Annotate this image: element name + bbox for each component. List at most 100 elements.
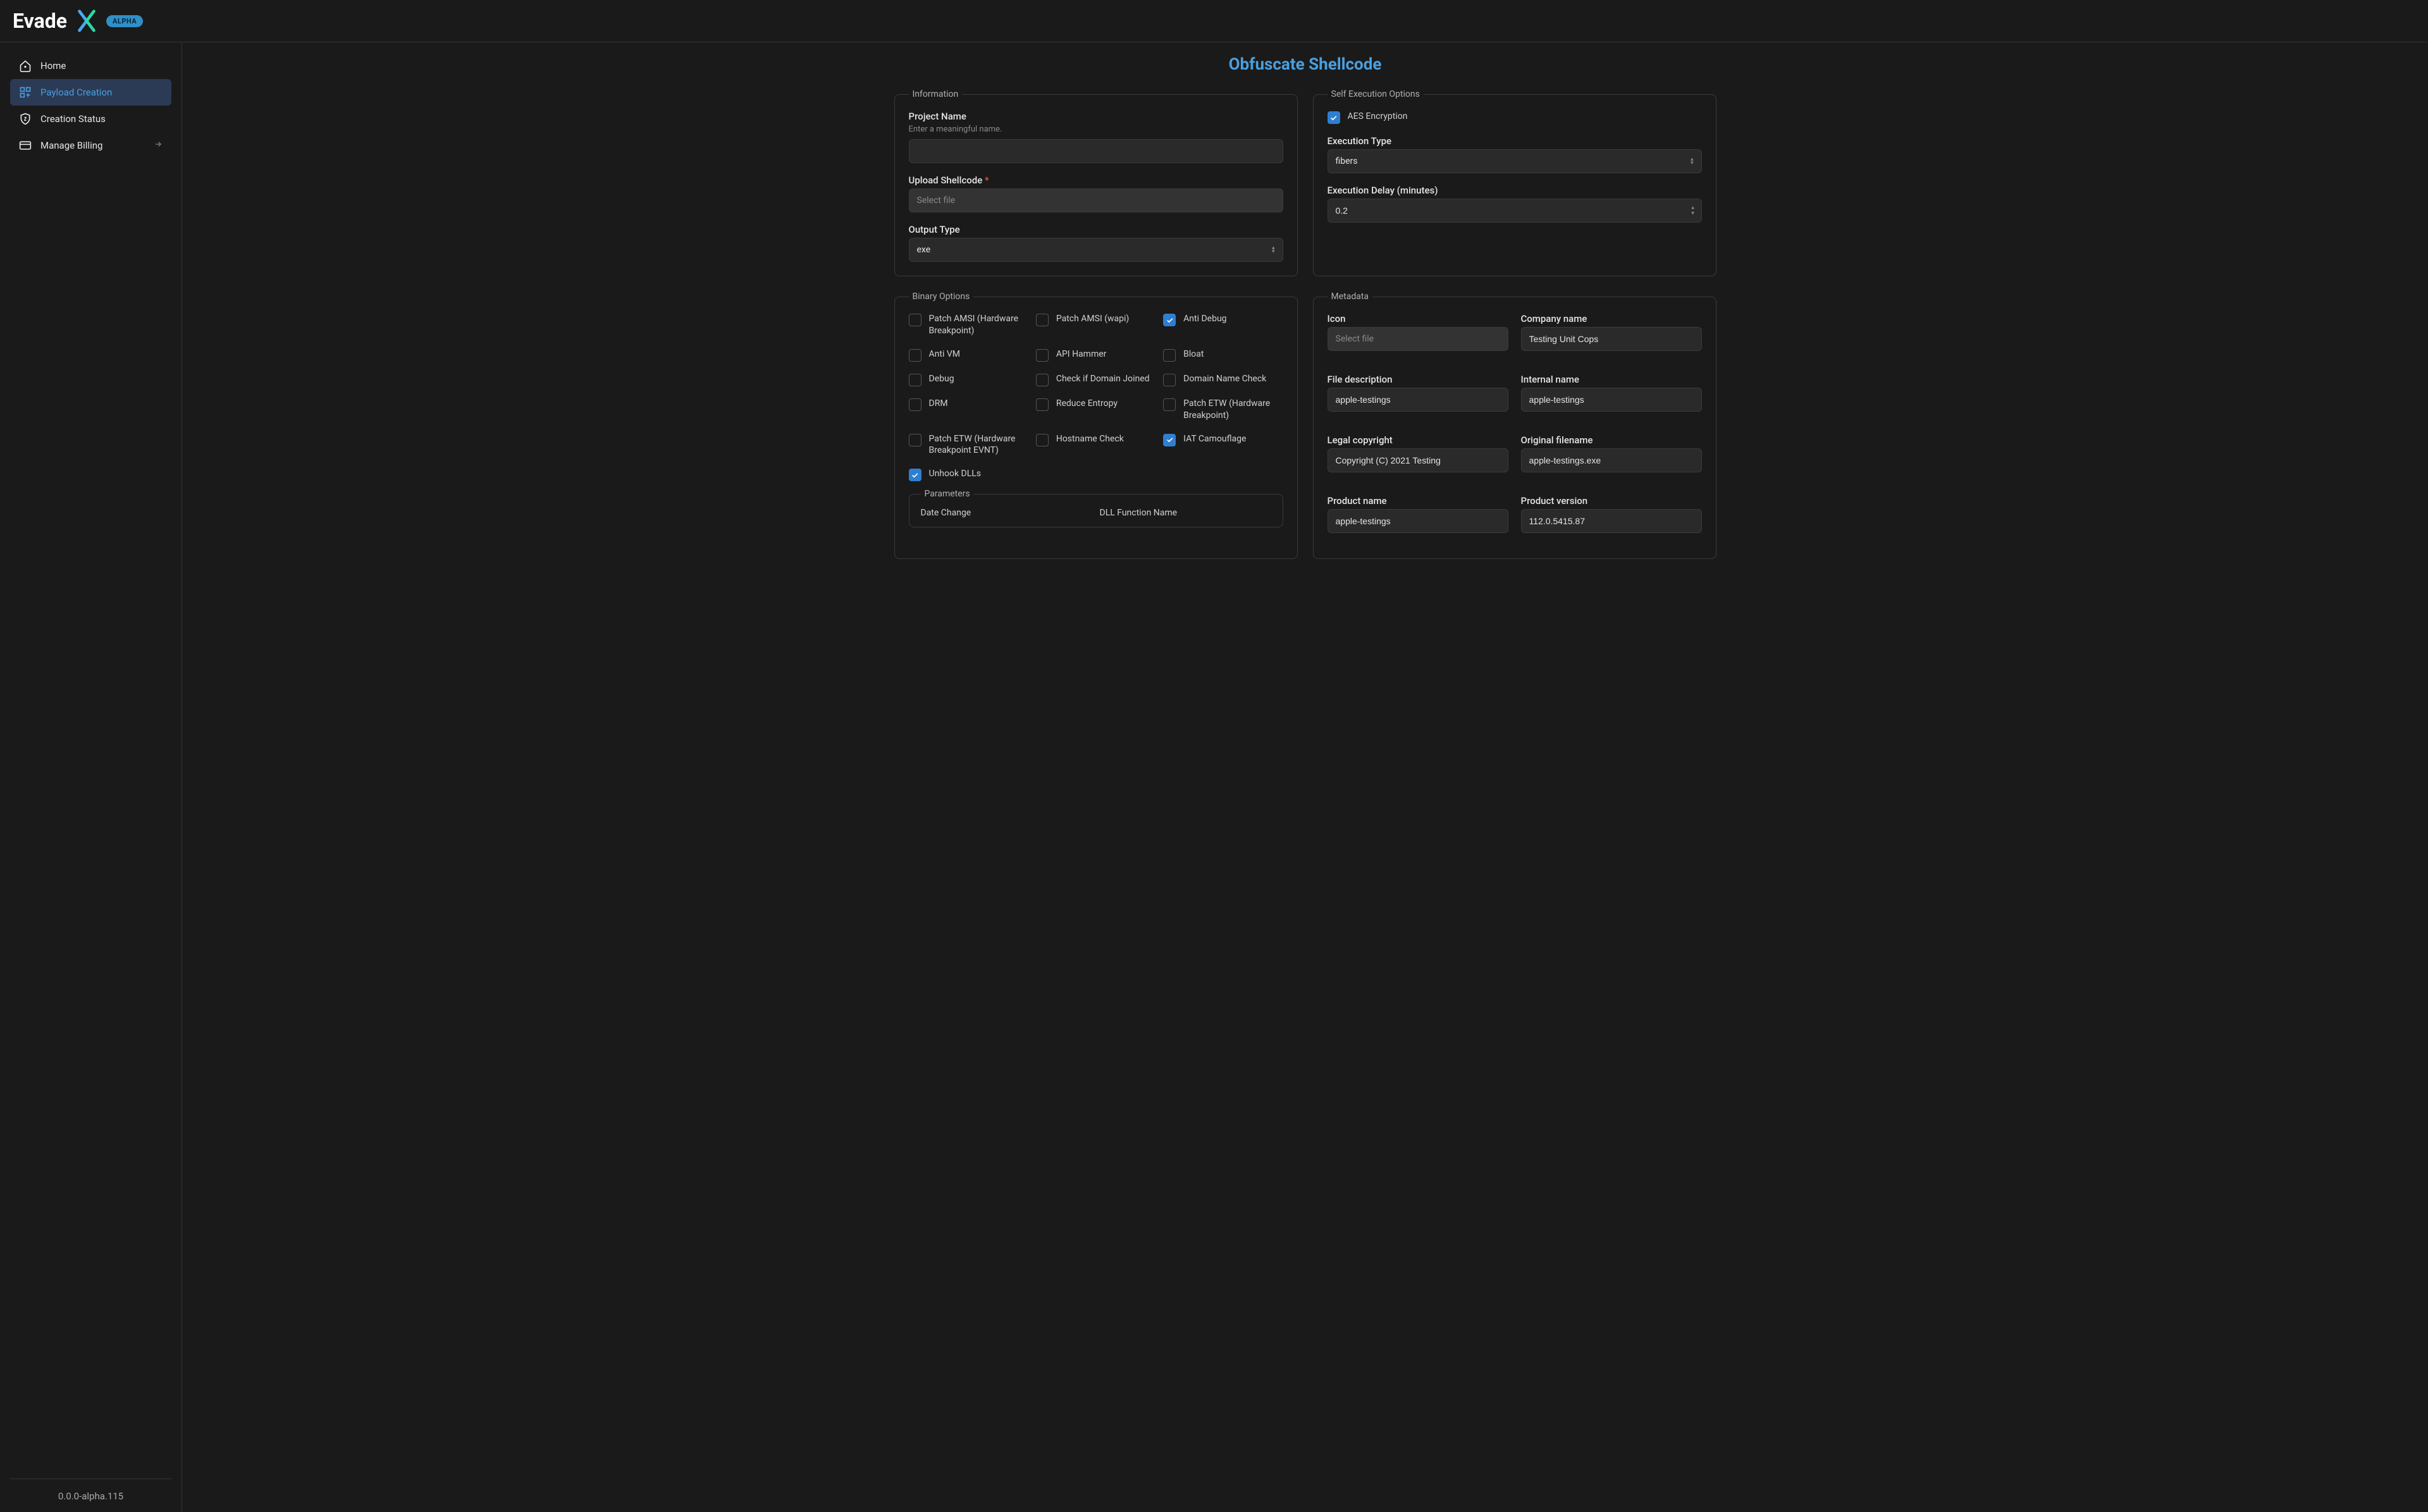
sidebar-item-home[interactable]: Home [10, 52, 171, 79]
binary-option-row: IAT Camouflage [1163, 433, 1283, 457]
binary-option-row: Hostname Check [1036, 433, 1155, 457]
binary-option-row: DRM [909, 398, 1028, 422]
app-logo-icon [75, 9, 99, 33]
metadata-legend: Metadata [1328, 292, 1373, 302]
binary-option-checkbox[interactable] [909, 314, 921, 326]
legal-copyright-label: Legal copyright [1328, 434, 1508, 446]
upload-shellcode-label: Upload Shellcode * [909, 175, 1283, 186]
file-description-input[interactable] [1328, 388, 1508, 412]
icon-file-input[interactable]: Select file [1328, 327, 1508, 351]
version-text: 0.0.0-alpha.115 [10, 1478, 171, 1502]
internal-name-label: Internal name [1521, 374, 1702, 385]
alpha-badge: ALPHA [106, 15, 143, 27]
billing-icon [19, 139, 32, 152]
binary-option-label: Patch ETW (Hardware Breakpoint) [1183, 398, 1283, 422]
sidebar: Home Payload Creation Creation Status [0, 42, 182, 1512]
unhook-dlls-checkbox[interactable] [909, 469, 921, 481]
binary-option-label: Patch AMSI (Hardware Breakpoint) [929, 313, 1028, 337]
self-execution-fieldset: Self Execution Options AES Encryption Ex… [1313, 89, 1716, 276]
binary-options-fieldset: Binary Options Patch AMSI (Hardware Brea… [894, 292, 1298, 559]
binary-option-checkbox[interactable] [1036, 314, 1049, 326]
sidebar-item-payload-creation[interactable]: Payload Creation [10, 79, 171, 106]
internal-name-input[interactable] [1521, 388, 1702, 412]
product-version-label: Product version [1521, 495, 1702, 507]
company-name-label: Company name [1521, 313, 1702, 324]
product-name-input[interactable] [1328, 509, 1508, 533]
aes-label: AES Encryption [1348, 111, 1408, 123]
icon-label: Icon [1328, 313, 1508, 324]
binary-option-row: Anti VM [909, 348, 1028, 362]
company-name-input[interactable] [1521, 327, 1702, 351]
home-icon [19, 59, 32, 72]
binary-option-row: API Hammer [1036, 348, 1155, 362]
binary-option-row: Patch ETW (Hardware Breakpoint EVNT) [909, 433, 1028, 457]
binary-option-checkbox[interactable] [1163, 314, 1176, 326]
product-name-label: Product name [1328, 495, 1508, 507]
parameters-fieldset: Parameters Date Change DLL Function Name [909, 489, 1283, 527]
sidebar-item-label: Manage Billing [40, 140, 102, 151]
binary-option-checkbox[interactable] [909, 349, 921, 362]
binary-option-checkbox[interactable] [1163, 398, 1176, 411]
binary-option-row: Patch AMSI (wapi) [1036, 313, 1155, 337]
project-name-hint: Enter a meaningful name. [909, 125, 1283, 134]
binary-option-label: Domain Name Check [1183, 373, 1266, 385]
execution-type-label: Execution Type [1328, 135, 1702, 147]
binary-option-checkbox[interactable] [909, 374, 921, 386]
sidebar-item-label: Home [40, 60, 66, 71]
product-version-input[interactable] [1521, 509, 1702, 533]
binary-option-row: Patch ETW (Hardware Breakpoint) [1163, 398, 1283, 422]
binary-option-checkbox[interactable] [1163, 349, 1176, 362]
delay-step-down[interactable]: ▼ [1688, 211, 1698, 216]
binary-option-row: Reduce Entropy [1036, 398, 1155, 422]
sidebar-item-creation-status[interactable]: Creation Status [10, 106, 171, 132]
delay-step-up[interactable]: ▲ [1688, 206, 1698, 211]
binary-options-legend: Binary Options [909, 292, 974, 302]
binary-option-row: Anti Debug [1163, 313, 1283, 337]
grid-icon [19, 86, 32, 99]
binary-option-checkbox[interactable] [1036, 349, 1049, 362]
binary-option-row: Bloat [1163, 348, 1283, 362]
binary-option-checkbox[interactable] [1163, 374, 1176, 386]
original-filename-input[interactable] [1521, 448, 1702, 472]
binary-option-checkbox[interactable] [1036, 434, 1049, 446]
original-filename-label: Original filename [1521, 434, 1702, 446]
sidebar-item-manage-billing[interactable]: Manage Billing [10, 132, 171, 159]
binary-option-label: Anti VM [929, 348, 960, 360]
select-caret-icon: ▴▾ [1691, 157, 1694, 165]
binary-option-checkbox[interactable] [1036, 398, 1049, 411]
execution-delay-input[interactable] [1328, 199, 1702, 223]
binary-option-checkbox[interactable] [909, 398, 921, 411]
execution-type-select[interactable]: fibers ▴▾ [1328, 149, 1702, 173]
file-description-label: File description [1328, 374, 1508, 385]
binary-option-row: Check if Domain Joined [1036, 373, 1155, 386]
binary-option-label: IAT Camouflage [1183, 433, 1246, 445]
shield-icon [19, 113, 32, 125]
unhook-dlls-label: Unhook DLLs [929, 468, 982, 480]
upload-shellcode-input[interactable]: Select file [909, 188, 1283, 212]
legal-copyright-input[interactable] [1328, 448, 1508, 472]
information-fieldset: Information Project Name Enter a meaning… [894, 89, 1298, 276]
date-change-label: Date Change [921, 508, 1092, 518]
binary-option-checkbox[interactable] [1163, 434, 1176, 446]
app-logo-text: Evade [13, 9, 67, 33]
arrow-right-icon [154, 140, 163, 151]
binary-option-row: Debug [909, 373, 1028, 386]
project-name-input[interactable] [909, 139, 1283, 163]
project-name-label: Project Name [909, 111, 1283, 122]
binary-option-checkbox[interactable] [909, 434, 921, 446]
output-type-label: Output Type [909, 224, 1283, 235]
binary-option-label: Anti Debug [1183, 313, 1226, 325]
execution-delay-label: Execution Delay (minutes) [1328, 185, 1702, 196]
parameters-legend: Parameters [921, 489, 974, 499]
binary-option-label: DRM [929, 398, 948, 410]
binary-option-label: Check if Domain Joined [1056, 373, 1150, 385]
main-content: Obfuscate Shellcode Information Project … [182, 42, 2428, 1512]
page-title: Obfuscate Shellcode [207, 55, 2403, 74]
select-caret-icon: ▴▾ [1272, 246, 1275, 254]
binary-option-checkbox[interactable] [1036, 374, 1049, 386]
output-type-select[interactable]: exe ▴▾ [909, 238, 1283, 262]
aes-checkbox[interactable] [1328, 111, 1340, 124]
binary-option-label: Debug [929, 373, 954, 385]
dll-func-label: DLL Function Name [1100, 508, 1271, 518]
sidebar-item-label: Creation Status [40, 113, 106, 125]
